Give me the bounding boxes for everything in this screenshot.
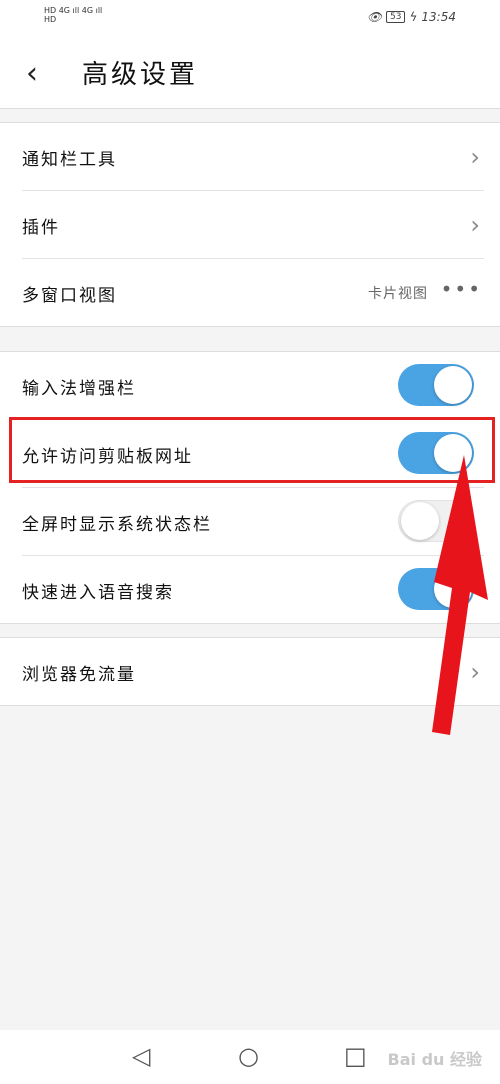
row-label: 输入法增强栏 <box>22 379 136 399</box>
row-plugins[interactable]: 插件 › <box>22 191 484 259</box>
row-label: 浏览器免流量 <box>22 665 136 685</box>
row-label: 允许访问剪贴板网址 <box>22 447 193 467</box>
toggle-knob <box>434 366 472 404</box>
nav-home-icon[interactable]: ○ <box>238 1042 259 1070</box>
charging-icon: ϟ <box>409 10 418 24</box>
chevron-right-icon: › <box>470 658 480 686</box>
signal-line-2: HD <box>44 15 57 24</box>
row-label: 全屏时显示系统状态栏 <box>22 515 212 535</box>
settings-group-2: 输入法增强栏 允许访问剪贴板网址 全屏时显示系统状态栏 快速进入语音搜索 <box>0 351 500 624</box>
toggle-knob <box>401 502 439 540</box>
toggle-switch[interactable] <box>398 364 474 406</box>
row-label: 多窗口视图 <box>22 286 117 306</box>
status-right: 👁 53 ϟ 13:54 <box>367 10 456 24</box>
nav-recents-icon[interactable]: □ <box>344 1042 367 1070</box>
toggle-knob <box>434 434 472 472</box>
back-icon[interactable]: ‹ <box>26 56 38 91</box>
row-value: 卡片视图 <box>368 286 428 302</box>
row-input-method-bar[interactable]: 输入法增强栏 <box>22 352 484 420</box>
nav-back-icon[interactable]: ◁ <box>132 1042 150 1070</box>
row-fullscreen-status-bar[interactable]: 全屏时显示系统状态栏 <box>22 488 484 556</box>
row-browser-free-data[interactable]: 浏览器免流量 › <box>22 638 484 705</box>
page-title: 高级设置 <box>82 60 199 90</box>
toggle-knob <box>434 570 472 608</box>
row-clipboard-url-access[interactable]: 允许访问剪贴板网址 <box>22 420 484 488</box>
row-label: 通知栏工具 <box>22 150 117 170</box>
clock: 13:54 <box>421 10 456 24</box>
settings-group-1: 通知栏工具 › 插件 › 多窗口视图 卡片视图 ••• <box>0 122 500 327</box>
toggle-switch[interactable] <box>398 500 474 542</box>
toggle-switch[interactable] <box>398 568 474 610</box>
row-notification-tools[interactable]: 通知栏工具 › <box>22 123 484 191</box>
row-label: 快速进入语音搜索 <box>22 583 174 603</box>
row-voice-search[interactable]: 快速进入语音搜索 <box>22 556 484 623</box>
signal-line-1: HD 4G ıll 4G ıll <box>44 6 103 15</box>
more-icon[interactable]: ••• <box>441 277 482 301</box>
eye-icon: 👁 <box>366 10 383 24</box>
chevron-right-icon: › <box>470 143 480 171</box>
status-bar: HD 4G ıll 4G ıll HD 👁 53 ϟ 13:54 <box>0 0 500 40</box>
watermark: Bai du 经验 <box>387 1050 482 1069</box>
chevron-right-icon: › <box>470 211 480 239</box>
toggle-switch[interactable] <box>398 432 474 474</box>
signal-indicators: HD 4G ıll 4G ıll HD <box>44 6 102 24</box>
row-label: 插件 <box>22 218 60 238</box>
battery-level: 53 <box>386 11 406 23</box>
header: ‹ 高级设置 <box>0 40 500 109</box>
row-multi-window-view[interactable]: 多窗口视图 卡片视图 ••• <box>22 259 484 326</box>
settings-group-3: 浏览器免流量 › <box>0 637 500 706</box>
